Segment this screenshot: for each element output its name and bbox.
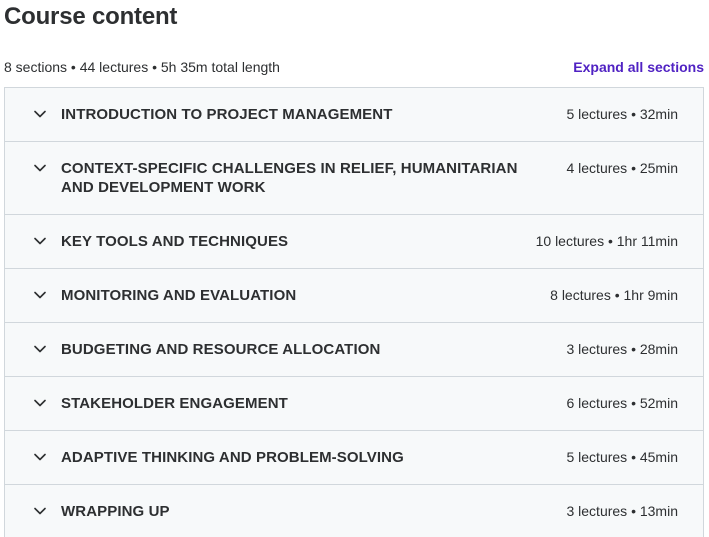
section-item[interactable]: WRAPPING UP 3 lectures • 13min xyxy=(5,485,703,537)
section-meta: 8 lectures • 1hr 9min xyxy=(550,287,678,303)
section-title: INTRODUCTION TO PROJECT MANAGEMENT xyxy=(61,106,393,123)
chevron-down-icon xyxy=(33,448,47,466)
section-meta: 10 lectures • 1hr 11min xyxy=(535,233,678,249)
section-item[interactable]: INTRODUCTION TO PROJECT MANAGEMENT 5 lec… xyxy=(5,88,703,142)
chevron-down-icon xyxy=(33,502,47,520)
section-title: STAKEHOLDER ENGAGEMENT xyxy=(61,395,288,412)
section-item[interactable]: STAKEHOLDER ENGAGEMENT 6 lectures • 52mi… xyxy=(5,377,703,431)
section-meta: 3 lectures • 28min xyxy=(566,341,678,357)
section-title: BUDGETING AND RESOURCE ALLOCATION xyxy=(61,341,381,358)
expand-all-sections-button[interactable]: Expand all sections xyxy=(573,59,704,75)
section-meta: 5 lectures • 32min xyxy=(566,106,678,122)
section-meta: 6 lectures • 52min xyxy=(566,395,678,411)
section-meta: 4 lectures • 25min xyxy=(566,160,678,176)
chevron-down-icon xyxy=(33,340,47,358)
section-item[interactable]: MONITORING AND EVALUATION 8 lectures • 1… xyxy=(5,269,703,323)
section-item[interactable]: CONTEXT-SPECIFIC CHALLENGES IN RELIEF, H… xyxy=(5,142,703,215)
course-summary-bar: 8 sections • 44 lectures • 5h 35m total … xyxy=(4,57,704,77)
chevron-down-icon xyxy=(33,394,47,412)
chevron-down-icon xyxy=(33,159,47,177)
section-title: WRAPPING UP xyxy=(61,503,170,520)
chevron-down-icon xyxy=(33,105,47,123)
chevron-down-icon xyxy=(33,232,47,250)
section-item[interactable]: ADAPTIVE THINKING AND PROBLEM-SOLVING 5 … xyxy=(5,431,703,485)
page-title: Course content xyxy=(4,3,178,30)
section-title: ADAPTIVE THINKING AND PROBLEM-SOLVING xyxy=(61,449,404,466)
section-title: KEY TOOLS AND TECHNIQUES xyxy=(61,233,289,250)
section-item[interactable]: BUDGETING AND RESOURCE ALLOCATION 3 lect… xyxy=(5,323,703,377)
section-title: MONITORING AND EVALUATION xyxy=(61,287,297,304)
chevron-down-icon xyxy=(33,286,47,304)
section-list: INTRODUCTION TO PROJECT MANAGEMENT 5 lec… xyxy=(4,87,704,537)
section-item[interactable]: KEY TOOLS AND TECHNIQUES 10 lectures • 1… xyxy=(5,215,703,269)
course-summary: 8 sections • 44 lectures • 5h 35m total … xyxy=(4,59,280,75)
section-meta: 3 lectures • 13min xyxy=(566,503,678,519)
section-meta: 5 lectures • 45min xyxy=(566,449,678,465)
section-title: CONTEXT-SPECIFIC CHALLENGES IN RELIEF, H… xyxy=(61,160,518,196)
